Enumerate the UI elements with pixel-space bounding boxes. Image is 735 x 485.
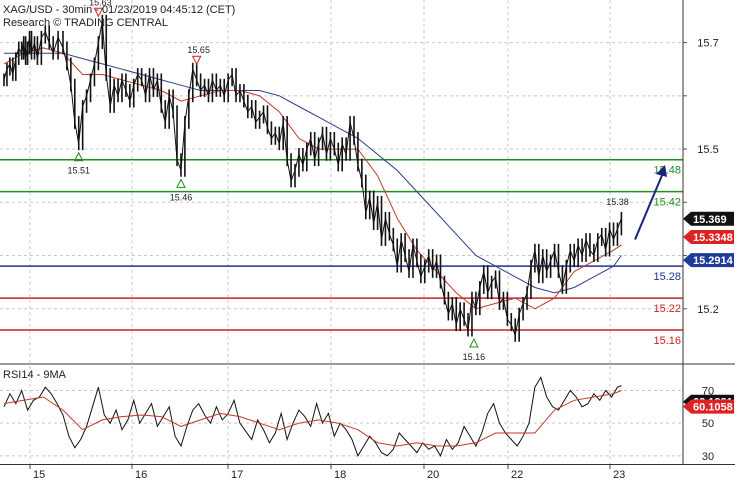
rsi-panel-title: RSI14 - 9MA [3, 369, 67, 381]
header-copyright: Research © TRADING CENTRAL [3, 17, 168, 29]
swing-low-label-1: 15.46 [170, 192, 193, 202]
price-badge-1: 15.3348 [683, 230, 734, 245]
swing-high-label-3: 15.65 [187, 45, 210, 55]
rsi-tick-label-0: 30 [702, 451, 714, 463]
x-tick-label-4: 20 [427, 469, 439, 480]
level-label-2: 15.28 [653, 271, 681, 283]
price-badge-label-0: 15.369 [693, 214, 727, 226]
rsi-badge-1: 60.1058 [683, 399, 734, 414]
header-title: XAG/USD - 30min - 01/23/2019 04:45:12 (C… [3, 4, 235, 16]
level-label-4: 15.16 [653, 335, 681, 347]
swing-low-label-4: 15.16 [463, 352, 486, 362]
price-badge-label-1: 15.3348 [693, 232, 733, 244]
price-label-5: 15.38 [606, 197, 629, 207]
price-tick-label-5: 15.7 [697, 38, 718, 50]
price-tick-label-0: 15.2 [697, 304, 718, 316]
level-label-0: 15.48 [653, 165, 681, 177]
chart-svg: 15.48 15.42 15.28 15.22 15.16 15.51 15.46 15.6… [0, 0, 735, 481]
x-tick-label-1: 16 [135, 469, 147, 480]
rsi-badge-label-1: 60.1058 [693, 402, 733, 414]
price-badge-label-2: 15.2914 [693, 255, 734, 267]
x-tick-label-5: 22 [511, 469, 523, 480]
price-tick-label-3: 15.5 [697, 144, 718, 156]
level-label-1: 15.42 [653, 197, 681, 209]
x-tick-label-0: 15 [33, 469, 45, 480]
rsi-tick-label-1: 50 [702, 418, 714, 430]
price-badge-0: 15.369 [683, 211, 734, 226]
level-label-3: 15.22 [653, 303, 681, 315]
x-tick-label-3: 18 [334, 469, 346, 480]
swing-low-label-0: 15.51 [67, 166, 90, 176]
chart-root: 15.48 15.42 15.28 15.22 15.16 15.51 15.46 15.6… [0, 0, 735, 481]
price-badge-2: 15.2914 [683, 253, 734, 268]
x-tick-label-2: 17 [231, 469, 243, 480]
x-tick-label-6: 23 [613, 469, 625, 480]
